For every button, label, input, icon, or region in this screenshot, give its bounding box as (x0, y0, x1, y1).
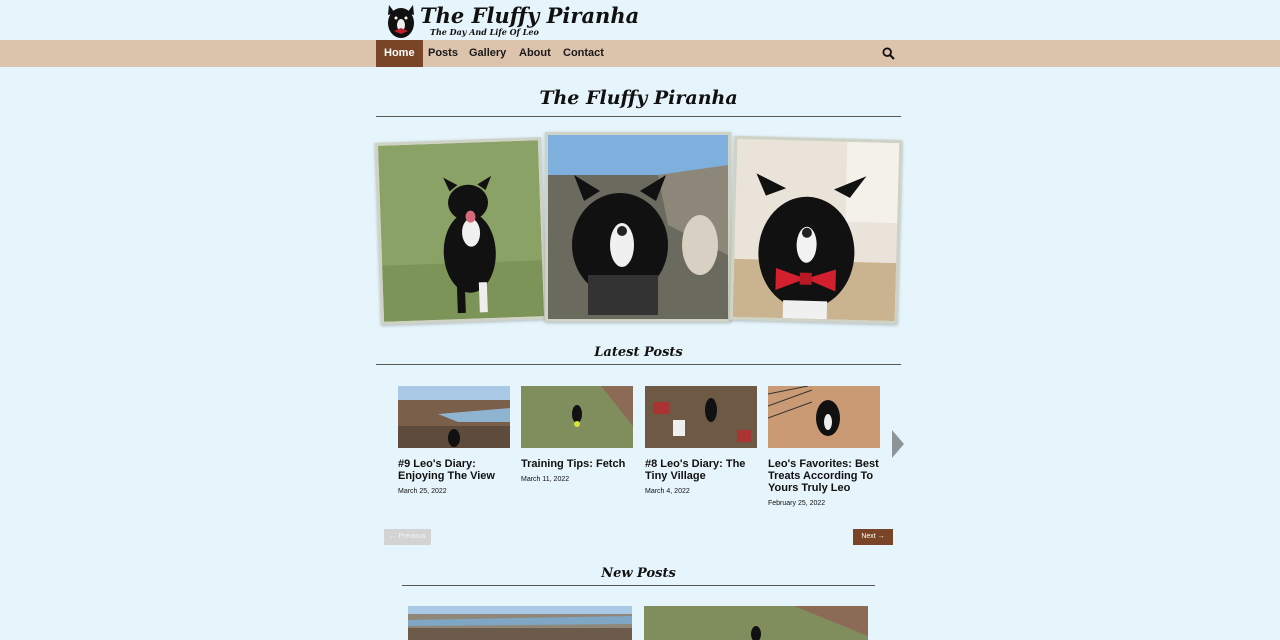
divider (402, 585, 875, 586)
carousel-next-arrow-icon[interactable] (891, 430, 905, 458)
nav-home[interactable]: Home (376, 40, 423, 67)
site-header: The Fluffy Piranha The Day And Life Of L… (376, 0, 901, 40)
post-date: March 4, 2022 (645, 488, 690, 495)
post-title[interactable]: #9 Leo's Diary: Enjoying The View (398, 458, 510, 482)
nav-gallery[interactable]: Gallery (469, 40, 506, 67)
new-post-thumbnail[interactable] (644, 606, 868, 640)
post-card[interactable]: Training Tips: Fetch March 11, 2022 (521, 386, 633, 483)
post-title[interactable]: #8 Leo's Diary: The Tiny Village (645, 458, 757, 482)
hero-photo-dog-selfie (545, 132, 731, 322)
post-thumbnail[interactable] (768, 386, 880, 448)
post-thumbnail[interactable] (398, 386, 510, 448)
divider (376, 364, 901, 365)
hero-photo-dog-grass (374, 137, 548, 325)
main-nav: Home Posts Gallery About Contact (0, 40, 1280, 67)
post-date: February 25, 2022 (768, 500, 826, 507)
post-card[interactable]: #9 Leo's Diary: Enjoying The View March … (398, 386, 510, 495)
post-date: March 25, 2022 (398, 488, 447, 495)
search-icon[interactable] (882, 47, 895, 60)
next-button[interactable]: Next → (853, 529, 893, 545)
hero-photo-dog-bowtie (729, 135, 903, 325)
site-tagline: The Day And Life Of Leo (430, 27, 539, 37)
nav-contact[interactable]: Contact (563, 40, 604, 67)
post-title[interactable]: Training Tips: Fetch (521, 458, 633, 470)
hero-photo-collage (374, 128, 903, 328)
post-thumbnail[interactable] (645, 386, 757, 448)
post-card[interactable]: #8 Leo's Diary: The Tiny Village March 4… (645, 386, 757, 495)
post-title[interactable]: Leo's Favorites: Best Treats According T… (768, 458, 880, 494)
page-title: The Fluffy Piranha (539, 87, 738, 109)
new-posts-heading: New Posts (601, 566, 676, 581)
previous-button[interactable]: ← Previous (384, 529, 431, 545)
new-post-thumbnail[interactable] (408, 606, 632, 640)
post-card[interactable]: Leo's Favorites: Best Treats According T… (768, 386, 880, 507)
divider (376, 116, 901, 117)
nav-posts[interactable]: Posts (428, 40, 458, 67)
dog-logo-icon[interactable] (384, 1, 418, 39)
latest-posts-heading: Latest Posts (594, 345, 683, 360)
post-thumbnail[interactable] (521, 386, 633, 448)
nav-about[interactable]: About (519, 40, 551, 67)
site-title[interactable]: The Fluffy Piranha (420, 3, 639, 28)
post-date: March 11, 2022 (521, 476, 570, 483)
